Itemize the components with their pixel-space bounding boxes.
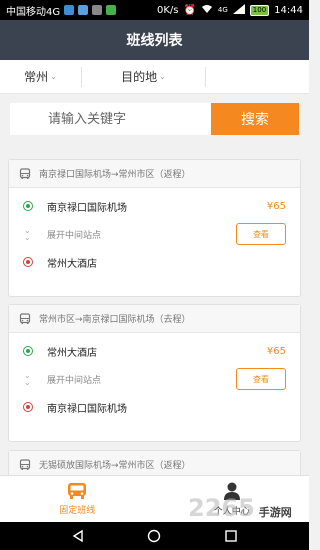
wifi-icon [201, 4, 213, 17]
expand-stops[interactable]: ⌄ ⌄ 展开中间站点 查看 [9, 220, 300, 248]
tab-fixed-routes[interactable]: 固定班线 [0, 476, 155, 522]
system-nav-bar [0, 522, 309, 550]
status-left: 中国移动4G [6, 3, 117, 18]
bus-icon [19, 167, 31, 179]
tab-label: 固定班线 [59, 506, 96, 516]
wechat-icon [106, 5, 117, 15]
home-icon[interactable] [147, 529, 161, 543]
start-marker-icon [23, 346, 33, 356]
double-chevron-down-icon: ⌄ ⌄ [24, 371, 31, 387]
city-filter[interactable]: 常州 ⌄ [0, 66, 82, 87]
bus-icon [19, 312, 31, 324]
clock: 14:44 [274, 4, 303, 16]
end-marker-icon [23, 402, 33, 412]
app-header: 班线列表 [0, 20, 309, 60]
route-title: 南京禄口国际机场→常州市区（返程） [39, 170, 191, 180]
chevron-down-icon: ⌄ [159, 72, 166, 81]
network-speed: 0K/s [156, 4, 179, 16]
watermark: 2265 手游网 [188, 494, 292, 522]
alarm-icon: ⏰ [183, 4, 196, 16]
destination-filter[interactable]: 目的地 ⌄ [82, 66, 206, 87]
chevron-down-icon: ⌄ [50, 72, 57, 81]
view-button[interactable]: 查看 [236, 368, 286, 390]
route-card[interactable]: 常州市区→南京禄口国际机场（去程） 常州大酒店 ¥65 ⌄ ⌄ 展开中间站点 查看… [8, 304, 301, 442]
start-stop-label: 南京禄口国际机场 [47, 202, 127, 214]
search-button[interactable]: 搜索 [211, 103, 299, 135]
double-chevron-down-icon: ⌄ ⌄ [24, 226, 31, 242]
status-bar: 中国移动4G 0K/s ⏰ 4G 100 14:44 [0, 0, 309, 20]
price-label: ¥65 [266, 345, 286, 357]
route-title: 常州市区→南京禄口国际机场（去程） [39, 315, 191, 325]
app-notification-icon [78, 5, 89, 15]
destination-filter-label: 目的地 [121, 70, 158, 84]
expand-stops-label: 展开中间站点 [47, 375, 102, 386]
bus-icon [19, 458, 31, 470]
end-stop: 南京禄口国际机场 [9, 393, 300, 421]
route-title: 无锡硕放国际机场→常州市区（返程） [39, 461, 191, 471]
start-stop: 南京禄口国际机场 ¥65 [9, 192, 300, 220]
price-label: ¥65 [266, 200, 286, 212]
page-title: 班线列表 [126, 33, 183, 49]
route-card-header: 常州市区→南京禄口国际机场（去程） [9, 305, 300, 333]
battery-icon: 100 [249, 4, 270, 16]
watermark-number: 2265 [188, 494, 255, 522]
watermark-brand: 手游网 [258, 506, 292, 519]
end-stop: 常州大酒店 [9, 248, 300, 276]
start-marker-icon [23, 201, 33, 211]
route-card-header: 南京禄口国际机场→常州市区（返程） [9, 160, 300, 188]
end-stop-label: 南京禄口国际机场 [47, 403, 127, 415]
expand-stops[interactable]: ⌄ ⌄ 展开中间站点 查看 [9, 365, 300, 393]
route-card[interactable]: 南京禄口国际机场→常州市区（返程） 南京禄口国际机场 ¥65 ⌄ ⌄ 展开中间站点… [8, 159, 301, 297]
expand-stops-label: 展开中间站点 [47, 230, 102, 241]
network-type: 4G [217, 6, 228, 14]
back-icon[interactable] [71, 529, 85, 543]
status-right: 0K/s ⏰ 4G 100 14:44 [156, 3, 303, 17]
signal-icon [232, 3, 245, 17]
search-row: 搜索 [0, 94, 309, 144]
view-button[interactable]: 查看 [236, 223, 286, 245]
end-marker-icon [23, 257, 33, 267]
app-notification-icon [92, 5, 103, 15]
recent-apps-icon[interactable] [224, 529, 238, 543]
filter-bar: 常州 ⌄ 目的地 ⌄ [0, 60, 309, 94]
end-stop-label: 常州大酒店 [47, 258, 97, 270]
start-stop-label: 常州大酒店 [47, 347, 97, 359]
city-filter-label: 常州 [24, 70, 49, 84]
start-stop: 常州大酒店 ¥65 [9, 337, 300, 365]
bus-icon [68, 483, 87, 499]
carrier-label: 中国移动4G [6, 6, 61, 18]
search-input[interactable] [10, 103, 211, 135]
app-notification-icon [64, 5, 75, 15]
